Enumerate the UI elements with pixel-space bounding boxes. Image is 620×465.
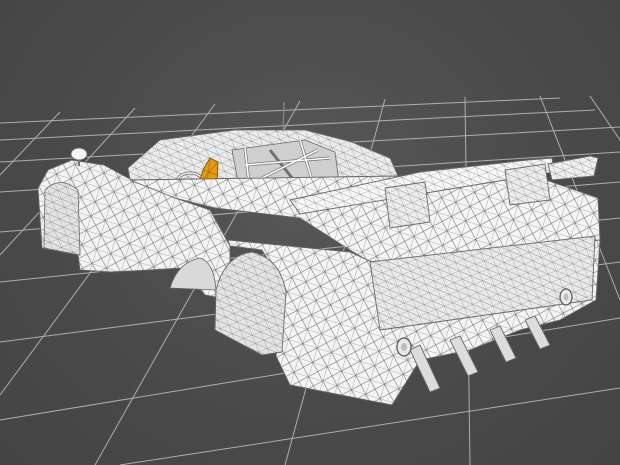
viewport-canvas[interactable]: [0, 0, 620, 465]
3d-viewport[interactable]: [0, 0, 620, 465]
car-model[interactable]: [37, 101, 601, 406]
rear-bodywork: [214, 235, 601, 406]
